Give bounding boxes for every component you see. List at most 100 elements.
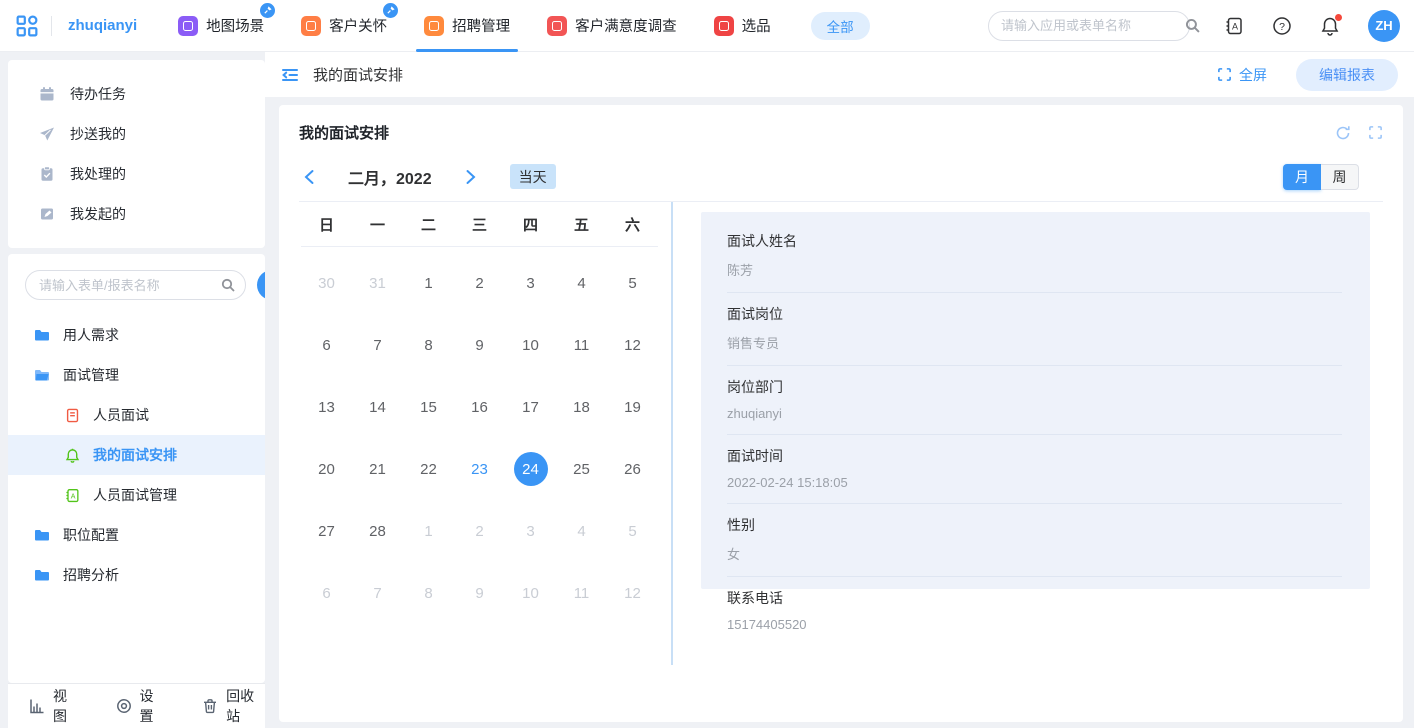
calendar-day[interactable]: 5 (616, 514, 650, 548)
calendar-day[interactable]: 21 (361, 452, 395, 486)
all-apps-button[interactable]: 全部 (811, 12, 870, 40)
address-book-icon[interactable]: A (1224, 16, 1244, 36)
calendar-day[interactable]: 15 (412, 390, 446, 424)
form-personnel-interview[interactable]: 人员面试 (8, 395, 265, 435)
refresh-icon[interactable] (1335, 125, 1351, 141)
calendar-day[interactable]: 28 (361, 514, 395, 548)
calendar-day[interactable]: 14 (361, 390, 395, 424)
folder-label: 职位配置 (63, 525, 119, 545)
calendar-day[interactable]: 23 (463, 452, 497, 486)
calendar-day[interactable]: 10 (514, 328, 548, 362)
calendar-day[interactable]: 6 (310, 576, 344, 610)
calendar-day[interactable]: 1 (412, 514, 446, 548)
calendar-day[interactable]: 1 (412, 266, 446, 300)
expand-icon[interactable] (1368, 125, 1383, 140)
workspace-name[interactable]: zhuqianyi (68, 17, 137, 34)
calendar-day[interactable]: 2 (463, 266, 497, 300)
app-tab-satisfaction-survey[interactable]: 客户满意度调查 (547, 0, 677, 52)
footer-label: 设置 (140, 686, 166, 726)
detail-field[interactable]: 岗位部门 zhuqianyi (727, 366, 1342, 435)
detail-field[interactable]: 性别 女 (727, 504, 1342, 577)
app-tab-customer-care[interactable]: 客户关怀 (301, 0, 387, 52)
svg-text:A: A (71, 493, 76, 500)
edit-report-button[interactable]: 编辑报表 (1296, 59, 1398, 91)
calendar-toolbar: 二月，2022 当天 月 周 (299, 152, 1383, 202)
detail-field[interactable]: 面试人姓名 陈芳 (727, 220, 1342, 293)
calendar-day[interactable]: 25 (565, 452, 599, 486)
global-search[interactable] (988, 11, 1190, 41)
calendar-day[interactable]: 26 (616, 452, 650, 486)
calendar-detail-divider (671, 202, 673, 665)
fullscreen-button[interactable]: 全屏 (1217, 65, 1267, 85)
calendar-day[interactable]: 11 (565, 328, 599, 362)
calendar-day[interactable]: 16 (463, 390, 497, 424)
avatar[interactable]: ZH (1368, 10, 1400, 42)
calendar-day[interactable]: 17 (514, 390, 548, 424)
calendar-day[interactable]: 27 (310, 514, 344, 548)
recycle-bin-button[interactable]: 回收站 (202, 686, 265, 726)
add-button[interactable]: + (257, 270, 265, 300)
document-icon (65, 408, 80, 423)
week-view-button[interactable]: 周 (1321, 164, 1359, 190)
calendar-day[interactable]: 6 (310, 328, 344, 362)
bell-icon[interactable] (1320, 16, 1340, 36)
calendar-day[interactable]: 12 (616, 576, 650, 610)
calendar-day[interactable]: 12 (616, 328, 650, 362)
app-tab-label: 客户关怀 (329, 15, 387, 36)
calendar-day[interactable]: 5 (616, 266, 650, 300)
calendar-day[interactable]: 10 (514, 576, 548, 610)
folder-recruitment-analysis[interactable]: 招聘分析 (8, 555, 265, 595)
app-icon (178, 16, 198, 36)
calendar-day[interactable]: 13 (310, 390, 344, 424)
app-grid-icon[interactable] (16, 15, 38, 37)
help-icon[interactable]: ? (1272, 16, 1292, 36)
detail-field[interactable]: 面试时间 2022-02-24 15:18:05 (727, 435, 1342, 504)
settings-button[interactable]: 设置 (116, 686, 166, 726)
calendar-day[interactable]: 31 (361, 266, 395, 300)
report-my-interview-schedule[interactable]: 我的面试安排 (8, 435, 265, 475)
app-tab-map-scene[interactable]: 地图场景 (178, 0, 264, 52)
calendar-day[interactable]: 3 (514, 266, 548, 300)
folder-position-config[interactable]: 职位配置 (8, 515, 265, 555)
calendar-day[interactable]: 7 (361, 576, 395, 610)
app-tab-product-selection[interactable]: 选品 (714, 0, 771, 52)
sidebar-item-cc-to-me[interactable]: 抄送我的 (8, 114, 265, 154)
calendar-day[interactable]: 22 (412, 452, 446, 486)
sidebar-item-initiated-by-me[interactable]: 我发起的 (8, 194, 265, 234)
calendar-day[interactable]: 11 (565, 576, 599, 610)
calendar-day[interactable]: 20 (310, 452, 344, 486)
calendar-day[interactable]: 8 (412, 576, 446, 610)
form-search-input[interactable] (39, 278, 215, 293)
views-button[interactable]: 视图 (29, 686, 79, 726)
collapse-sidebar-icon[interactable] (281, 66, 299, 84)
global-search-input[interactable] (1001, 18, 1177, 33)
sidebar-item-handled-by-me[interactable]: 我处理的 (8, 154, 265, 194)
chevron-left-icon[interactable] (299, 166, 321, 188)
form-personnel-interview-management[interactable]: A 人员面试管理 (8, 475, 265, 515)
sidebar-item-todo-tasks[interactable]: 待办任务 (8, 74, 265, 114)
calendar-day[interactable]: 3 (514, 514, 548, 548)
field-label: 面试时间 (727, 446, 1342, 466)
form-search[interactable] (25, 270, 246, 300)
sidebar-item-label: 抄送我的 (70, 124, 126, 144)
calendar-day[interactable]: 8 (412, 328, 446, 362)
calendar-day[interactable]: 2 (463, 514, 497, 548)
calendar-day[interactable]: 24 (514, 452, 548, 486)
calendar-day[interactable]: 7 (361, 328, 395, 362)
detail-field[interactable]: 面试岗位 销售专员 (727, 293, 1342, 366)
calendar-day[interactable]: 19 (616, 390, 650, 424)
folder-interview-management[interactable]: 面试管理 (8, 355, 265, 395)
today-button[interactable]: 当天 (510, 164, 556, 189)
calendar-day[interactable]: 30 (310, 266, 344, 300)
calendar-day[interactable]: 9 (463, 328, 497, 362)
chevron-right-icon[interactable] (459, 166, 481, 188)
app-tab-recruitment[interactable]: 招聘管理 (424, 0, 510, 52)
folder-staffing-needs[interactable]: 用人需求 (8, 315, 265, 355)
detail-field[interactable]: 联系电话 15174405520 (727, 577, 1342, 645)
calendar-day[interactable]: 4 (565, 514, 599, 548)
calendar-day[interactable]: 18 (565, 390, 599, 424)
month-view-button[interactable]: 月 (1283, 164, 1321, 190)
calendar-day[interactable]: 4 (565, 266, 599, 300)
send-icon (39, 126, 55, 142)
calendar-day[interactable]: 9 (463, 576, 497, 610)
